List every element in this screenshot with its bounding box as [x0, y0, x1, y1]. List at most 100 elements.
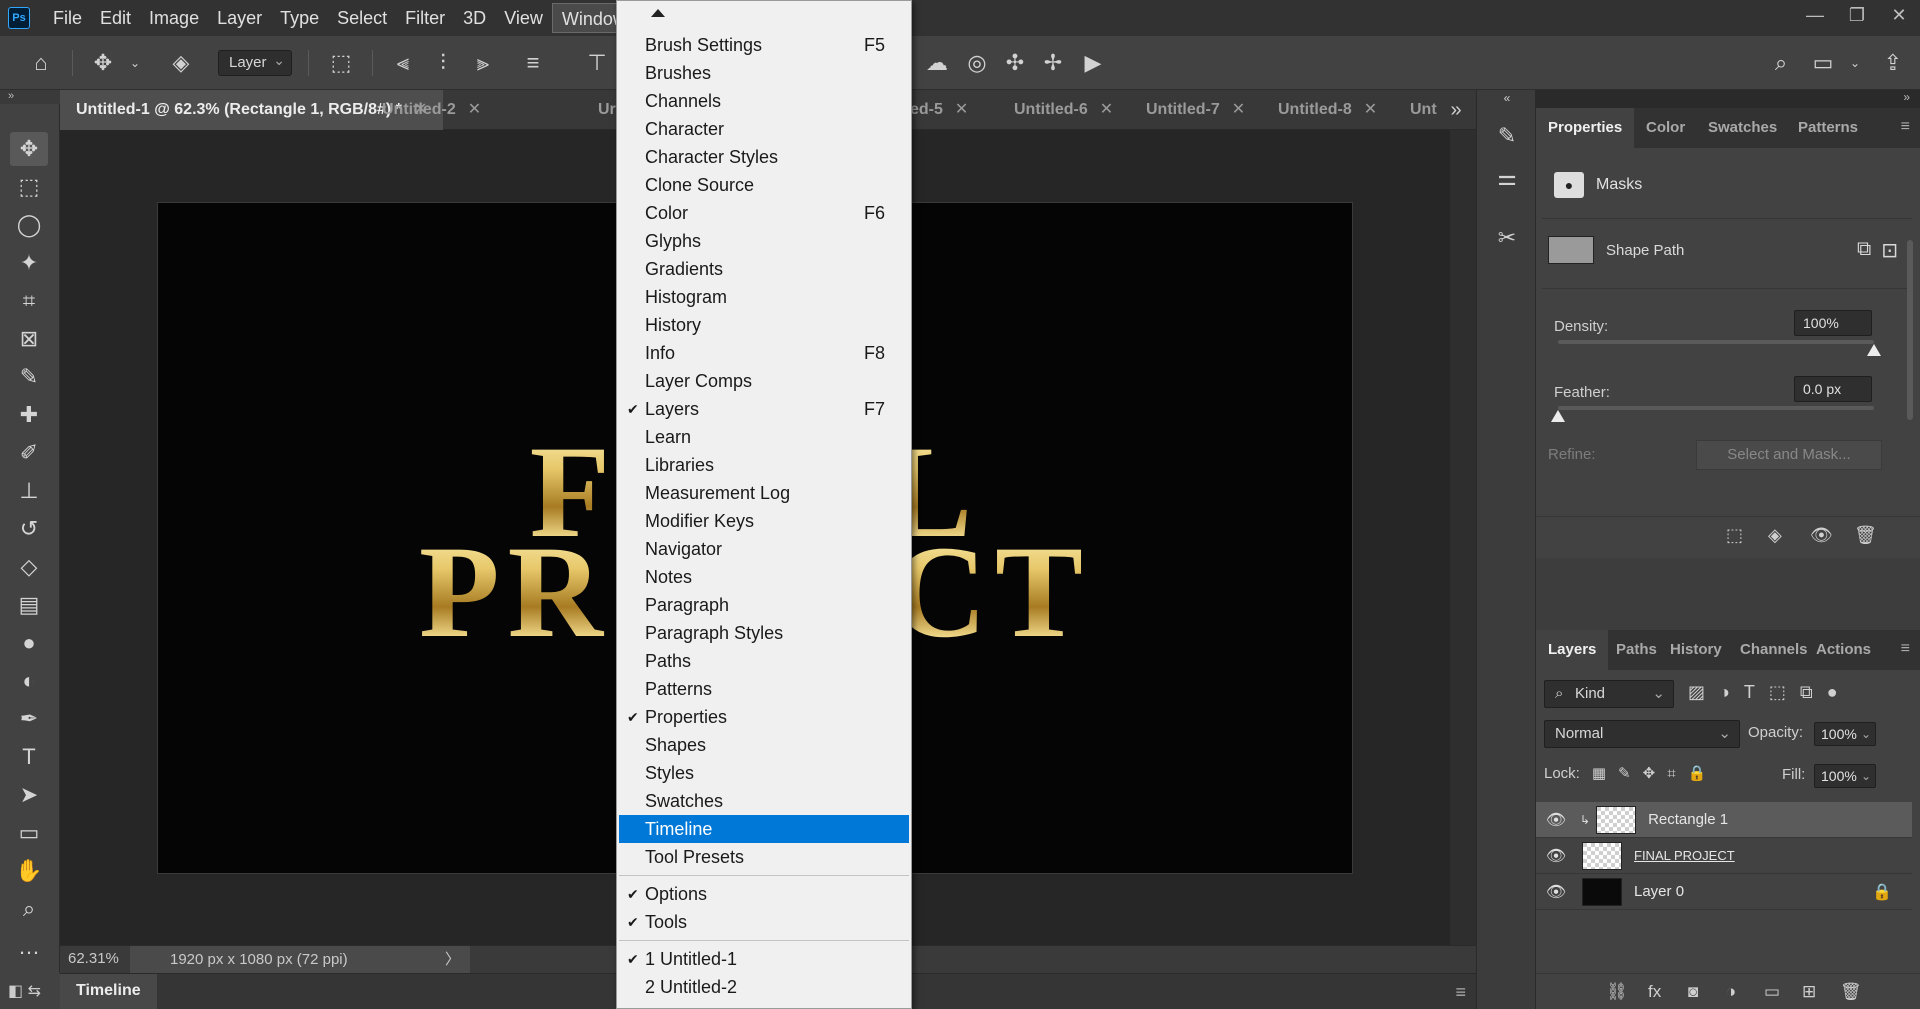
restore-button[interactable]: ❐ [1836, 0, 1878, 30]
link-layers-icon[interactable]: ⛓ [1606, 982, 1628, 1002]
menu-item-paragraph[interactable]: Paragraph [619, 591, 909, 619]
apply-mask-icon[interactable]: ◈ [1768, 525, 1782, 546]
path-selection-tool-icon[interactable]: ➤ [10, 778, 48, 812]
frame-tool-icon[interactable]: ⊠ [10, 322, 48, 356]
layer-row[interactable]: 👁 Layer 0 🔒 [1536, 874, 1912, 910]
menu-item-options[interactable]: ✔ Options [619, 880, 909, 908]
group-folder-icon[interactable]: ▭ [1764, 982, 1780, 1002]
tab-properties[interactable]: Properties [1536, 108, 1635, 148]
menu-edit[interactable]: Edit [91, 3, 140, 33]
align-center-icon[interactable]: ⫶ [428, 48, 458, 78]
history-brush-tool-icon[interactable]: ↺ [10, 512, 48, 546]
more-tabs-icon[interactable]: » [1436, 90, 1476, 130]
visibility-eye-icon[interactable]: 👁 [1536, 882, 1576, 902]
marquee-tool-icon[interactable]: ⬚ [10, 170, 48, 204]
default-colors-icon[interactable]: ◧ ⇆ [0, 973, 60, 1009]
move-tool-icon[interactable]: ✥ [10, 132, 48, 166]
chevron-right-icon[interactable]: 〉 [445, 946, 460, 974]
crop-tool-icon[interactable]: ⌗ [10, 284, 48, 318]
menu-item-layer-comps[interactable]: Layer Comps [619, 367, 909, 395]
menu-item-notes[interactable]: Notes [619, 563, 909, 591]
menu-3d[interactable]: 3D [454, 3, 495, 33]
menu-filter[interactable]: Filter [396, 3, 454, 33]
layer-name[interactable]: Rectangle 1 [1648, 811, 1728, 828]
tab-actions[interactable]: Actions [1804, 630, 1883, 670]
lock-paint-icon[interactable]: ✎ [1618, 764, 1631, 782]
lasso-tool-icon[interactable]: ◯ [10, 208, 48, 242]
lock-position-icon[interactable]: ✥ [1643, 764, 1656, 782]
menu-item-properties[interactable]: ✔ Properties [619, 703, 909, 731]
vertical-scrollbar[interactable] [1450, 130, 1476, 945]
kind-filter[interactable]: ⌕ Kind ⌄ [1544, 680, 1674, 708]
home-icon[interactable]: ⌂ [26, 48, 56, 78]
fill-field[interactable]: 100% ⌄ [1814, 764, 1876, 788]
scroll-up-icon[interactable] [651, 9, 665, 17]
magic-wand-tool-icon[interactable]: ✦ [10, 246, 48, 280]
menu-item-learn[interactable]: Learn [619, 423, 909, 451]
menu-item-timeline[interactable]: Timeline [619, 815, 909, 843]
pixel-filter-icon[interactable]: ▨ [1688, 682, 1705, 703]
auto-select-dropdown[interactable]: Layer [218, 48, 292, 76]
menu-item-color[interactable]: Color F6 [619, 199, 909, 227]
menu-item-swatches[interactable]: Swatches [619, 787, 909, 815]
auto-select-icon[interactable]: ◈ [166, 48, 196, 78]
panel-menu-icon[interactable]: ≡ [1455, 982, 1466, 1003]
menu-item-glyphs[interactable]: Glyphs [619, 227, 909, 255]
more-tools-icon[interactable]: … [10, 930, 48, 964]
menu-item-brush-settings[interactable]: Brush Settings F5 [619, 31, 909, 59]
menu-select[interactable]: Select [328, 3, 396, 33]
collapse-strip[interactable]: » [0, 90, 60, 104]
stamp-tool-icon[interactable]: ⊥ [10, 474, 48, 508]
menu-item-2-untitled-2[interactable]: 2 Untitled-2 [619, 973, 909, 1001]
feather-slider[interactable] [1558, 406, 1874, 410]
transform-controls-icon[interactable]: ⬚ [326, 48, 356, 78]
menu-item-clone-source[interactable]: Clone Source [619, 171, 909, 199]
menu-item-1-untitled-1[interactable]: ✔ 1 Untitled-1 [619, 945, 909, 973]
density-field[interactable]: 100% [1794, 310, 1872, 336]
close-tab-icon[interactable]: ✕ [468, 101, 481, 118]
properties-scrollbar[interactable] [1904, 218, 1916, 468]
eye-icon[interactable]: 👁 [1810, 525, 1833, 546]
menu-layer[interactable]: Layer [208, 3, 271, 33]
adjustments-icon[interactable]: ⚌ [1491, 162, 1523, 194]
tab-untitled-6[interactable]: Untitled-6 ✕ [998, 90, 1129, 130]
menu-item-history[interactable]: History [619, 311, 909, 339]
move-tool-icon[interactable]: ✥ [88, 48, 118, 78]
layer-row[interactable]: 👁 ↳ Rectangle 1 [1536, 802, 1912, 838]
3d-slide-icon[interactable]: ✢ [1038, 48, 1068, 78]
trash-icon[interactable]: 🗑 [1840, 982, 1862, 1002]
close-tab-icon[interactable]: ✕ [955, 101, 968, 118]
menu-item-histogram[interactable]: Histogram [619, 283, 909, 311]
lock-all-icon[interactable]: 🔒 [1688, 764, 1707, 782]
smart-object-filter-icon[interactable]: ⧉ [1800, 682, 1813, 703]
feather-field[interactable]: 0.0 px [1794, 376, 1872, 402]
align-left-icon[interactable]: ⫷ [388, 48, 418, 78]
3d-roll-icon[interactable]: ◎ [962, 48, 992, 78]
type-tool-icon[interactable]: T [10, 740, 48, 774]
opacity-field[interactable]: 100% ⌄ [1814, 722, 1876, 746]
close-tab-icon[interactable]: ✕ [1364, 101, 1377, 118]
menu-item-shapes[interactable]: Shapes [619, 731, 909, 759]
close-button[interactable]: ✕ [1878, 0, 1920, 30]
load-selection-icon[interactable]: ⬚ [1726, 525, 1743, 546]
scroll-thumb[interactable] [1907, 240, 1913, 420]
add-pixel-mask-icon[interactable]: ⧉ [1857, 238, 1871, 263]
adjustment-layer-icon[interactable]: ◑ [1726, 982, 1736, 1002]
menu-item-patterns[interactable]: Patterns [619, 675, 909, 703]
minimize-button[interactable]: — [1794, 0, 1836, 30]
tab-color[interactable]: Color [1634, 108, 1697, 148]
panel-menu-icon[interactable]: ≡ [1901, 118, 1910, 136]
layer-name[interactable]: Layer 0 [1634, 883, 1684, 900]
add-mask-icon[interactable]: ◙ [1688, 982, 1698, 1002]
tab-patterns[interactable]: Patterns [1786, 108, 1870, 148]
tab-timeline[interactable]: Timeline [60, 974, 157, 1009]
shape-filter-icon[interactable]: ⬚ [1769, 682, 1786, 703]
visibility-eye-icon[interactable]: 👁 [1536, 846, 1576, 866]
chevron-down-icon[interactable]: ⌄ [120, 48, 150, 78]
brush-settings-icon[interactable]: ✎ [1491, 120, 1523, 152]
menu-item-info[interactable]: Info F8 [619, 339, 909, 367]
tab-untitled-8[interactable]: Untitled-8 ✕ [1262, 90, 1393, 130]
tab-layers[interactable]: Layers [1536, 630, 1609, 670]
collapse-icon[interactable]: » [1903, 90, 1910, 104]
close-tab-icon[interactable]: ✕ [1100, 101, 1113, 118]
